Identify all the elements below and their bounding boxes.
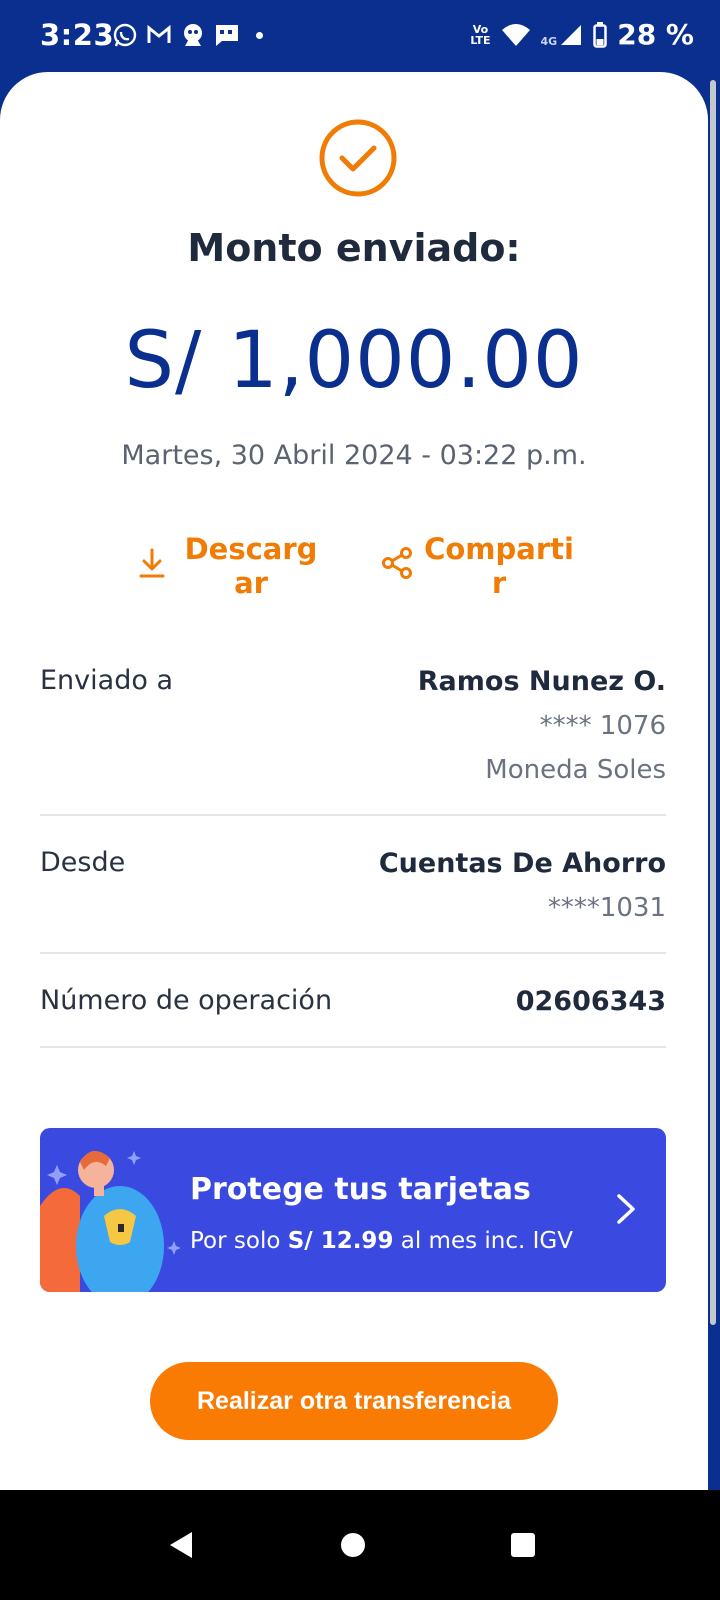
battery-percent: 28 % [617, 18, 694, 51]
system-nav-bar [0, 1490, 720, 1600]
card-protection-banner[interactable]: Protege tus tarjetas Por solo S/ 12.99 a… [40, 1128, 666, 1292]
recipient-label: Enviado a [40, 665, 173, 696]
sent-amount: S/ 1,000.00 [124, 316, 584, 406]
source-account-number: ****1031 [547, 893, 666, 923]
dot-icon [256, 31, 263, 39]
operation-number: 02606343 [515, 986, 666, 1017]
divider [40, 952, 666, 954]
recipient-currency: Moneda Soles [485, 755, 666, 785]
signal-icon: 4G [541, 23, 584, 47]
recipient-name: Ramos Nunez O. [417, 666, 666, 697]
volte-icon: Vo LTE [470, 22, 491, 47]
detail-row-operation: Número de operación 02606343 [40, 980, 666, 1030]
recents-icon [511, 1533, 535, 1557]
back-button[interactable] [126, 1490, 236, 1600]
share-button[interactable]: Compartir [380, 532, 574, 600]
download-button[interactable]: Descargar [138, 532, 326, 600]
source-account-name: Cuentas De Ahorro [378, 848, 666, 879]
divider [40, 814, 666, 816]
wifi-icon [501, 23, 530, 46]
battery-icon [593, 21, 607, 48]
gmail-icon [147, 24, 171, 43]
banner-title: Protege tus tarjetas [190, 1172, 531, 1207]
download-label: Descargar [184, 532, 318, 600]
message-icon [216, 25, 238, 46]
scrollbar[interactable] [710, 80, 716, 1325]
detail-row-recipient: Enviado a Ramos Nunez O. **** 1076 Moned… [40, 660, 666, 790]
operation-label: Número de operación [40, 985, 333, 1016]
share-icon [382, 547, 412, 579]
alien-icon [184, 24, 202, 46]
back-icon [170, 1532, 192, 1558]
download-icon [139, 548, 165, 578]
status-time: 3:23 [40, 18, 115, 52]
recents-button[interactable] [468, 1490, 578, 1600]
notification-icons [112, 22, 263, 48]
receipt-sheet [0, 72, 708, 1522]
chevron-right-icon [617, 1194, 635, 1224]
status-bar: 3:23 Vo LTE 4G 28 % [0, 0, 720, 78]
home-icon [341, 1533, 365, 1557]
whatsapp-icon [113, 23, 137, 47]
page-title: Monto enviado: [187, 226, 521, 270]
divider [40, 1046, 666, 1048]
system-icons: Vo LTE 4G 28 % [470, 18, 694, 51]
banner-subtitle: Por solo S/ 12.99 al mes inc. IGV [190, 1228, 573, 1254]
home-button[interactable] [298, 1490, 408, 1600]
share-label: Compartir [424, 532, 574, 600]
superhero-illustration [40, 1150, 180, 1292]
detail-row-source: Desde Cuentas De Ahorro ****1031 [40, 842, 666, 932]
transaction-date: Martes, 30 Abril 2024 - 03:22 p.m. [121, 440, 587, 471]
check-circle-icon [319, 119, 397, 197]
new-transfer-button[interactable]: Realizar otra transferencia [150, 1362, 558, 1440]
source-label: Desde [40, 847, 126, 878]
recipient-account: **** 1076 [539, 711, 666, 741]
